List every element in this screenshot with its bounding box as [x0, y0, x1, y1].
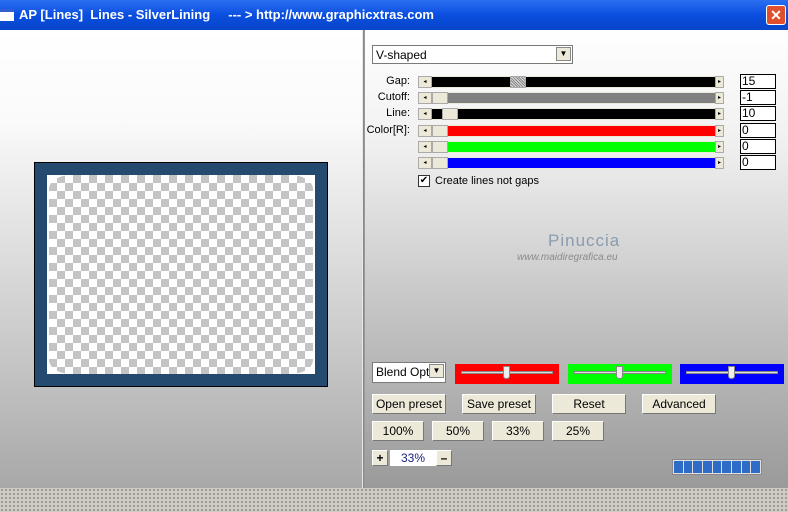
zoom-in-button[interactable]: +: [372, 450, 388, 466]
slider-bar: [432, 125, 716, 136]
slider-thumb[interactable]: [510, 76, 526, 88]
open-preset-button[interactable]: Open preset: [372, 394, 446, 414]
arrow-right-icon[interactable]: ▸: [715, 92, 724, 105]
window-title: AP [Lines] Lines - SilverLining --- > ht…: [19, 7, 434, 22]
advanced-button[interactable]: Advanced: [642, 394, 716, 414]
title-bar: AP [Lines] Lines - SilverLining --- > ht…: [0, 0, 788, 30]
arrow-right-icon[interactable]: ▸: [715, 140, 724, 153]
slider-knob[interactable]: [728, 366, 735, 379]
slider-label: Color[R]:: [366, 123, 410, 136]
blend-color-slider[interactable]: [568, 364, 672, 384]
slider-thumb[interactable]: [432, 140, 448, 153]
slider-track[interactable]: ◂ ▸: [418, 140, 724, 153]
app-icon: [0, 9, 14, 21]
progress-segment: [722, 461, 732, 473]
progress-segment: [741, 461, 751, 473]
progress-segment: [674, 461, 683, 473]
slider-value-field[interactable]: 0: [740, 122, 776, 138]
watermark-name: Pinuccia: [548, 231, 621, 250]
zoom-100-button[interactable]: 100%: [372, 421, 424, 441]
progress-segment: [751, 461, 761, 473]
slider-bar: [432, 141, 716, 152]
save-preset-button[interactable]: Save preset: [462, 394, 536, 414]
slider-bar: [432, 109, 716, 120]
progress-segment: [703, 461, 712, 473]
blend-color-slider[interactable]: [680, 364, 784, 384]
blend-options-select[interactable]: Blend Optio ▼: [372, 362, 446, 383]
bottom-area: [0, 488, 788, 512]
arrow-right-icon[interactable]: ▸: [715, 124, 724, 137]
arrow-left-icon[interactable]: ◂: [418, 157, 432, 169]
arrow-right-icon[interactable]: ▸: [715, 157, 724, 169]
slider-thumb[interactable]: [442, 108, 459, 121]
close-button[interactable]: ✕: [766, 5, 786, 25]
zoom-out-button[interactable]: –: [436, 450, 452, 466]
mode-select-value: V-shaped: [376, 48, 427, 62]
create-lines-label: Create lines not gaps: [435, 175, 539, 187]
slider-track[interactable]: ◂ ▸: [418, 124, 724, 137]
progress-segment: [683, 461, 693, 473]
slider-label: Gap:: [386, 75, 410, 87]
progress-segment: [732, 461, 741, 473]
progress-segment: [693, 461, 703, 473]
slider-track[interactable]: ◂ ▸: [418, 76, 724, 88]
slider-thumb[interactable]: [432, 124, 448, 137]
slider-value-field[interactable]: 0: [740, 138, 776, 154]
arrow-left-icon[interactable]: ◂: [418, 140, 432, 153]
slider-value-field[interactable]: 15: [740, 74, 776, 89]
progress-segment: [712, 461, 722, 473]
arrow-left-icon[interactable]: ◂: [418, 124, 432, 137]
slider-thumb[interactable]: [432, 92, 448, 105]
slider-value-field[interactable]: -1: [740, 90, 776, 106]
watermark-url: www.maidiregrafica.eu: [517, 252, 618, 263]
slider-label: Line:: [386, 107, 410, 120]
slider-track[interactable]: ◂ ▸: [418, 157, 724, 169]
arrow-right-icon[interactable]: ▸: [715, 76, 724, 88]
zoom-25-button[interactable]: 25%: [552, 421, 604, 441]
arrow-left-icon[interactable]: ◂: [418, 92, 432, 105]
create-lines-checkbox[interactable]: ✔: [418, 175, 430, 187]
blend-color-slider[interactable]: [455, 364, 559, 384]
chevron-down-icon[interactable]: ▼: [429, 364, 444, 378]
mode-select[interactable]: V-shaped ▼: [372, 45, 573, 64]
arrow-left-icon[interactable]: ◂: [418, 76, 432, 88]
arrow-right-icon[interactable]: ▸: [715, 108, 724, 121]
blend-select-value: Blend Optio: [376, 365, 430, 379]
zoom-33-button[interactable]: 33%: [492, 421, 544, 441]
slider-bar: [432, 77, 716, 87]
slider-label: Cutoff:: [377, 91, 410, 104]
slider-thumb[interactable]: [432, 157, 448, 169]
slider-track[interactable]: ◂ ▸: [418, 92, 724, 105]
slider-bar: [432, 93, 716, 104]
chevron-down-icon[interactable]: ▼: [556, 47, 571, 61]
zoom-50-button[interactable]: 50%: [432, 421, 484, 441]
slider-value-field[interactable]: 10: [740, 106, 776, 122]
slider-knob[interactable]: [503, 366, 510, 379]
progress-bar: [672, 459, 762, 475]
preview-image: [34, 162, 328, 387]
zoom-value: 33%: [390, 450, 436, 466]
arrow-left-icon[interactable]: ◂: [418, 108, 432, 121]
slider-bar: [432, 158, 716, 168]
slider-knob[interactable]: [616, 366, 623, 379]
slider-track[interactable]: ◂ ▸: [418, 108, 724, 121]
reset-button[interactable]: Reset: [552, 394, 626, 414]
transparent-checkerboard: [49, 175, 313, 374]
slider-value-field[interactable]: 0: [740, 155, 776, 170]
